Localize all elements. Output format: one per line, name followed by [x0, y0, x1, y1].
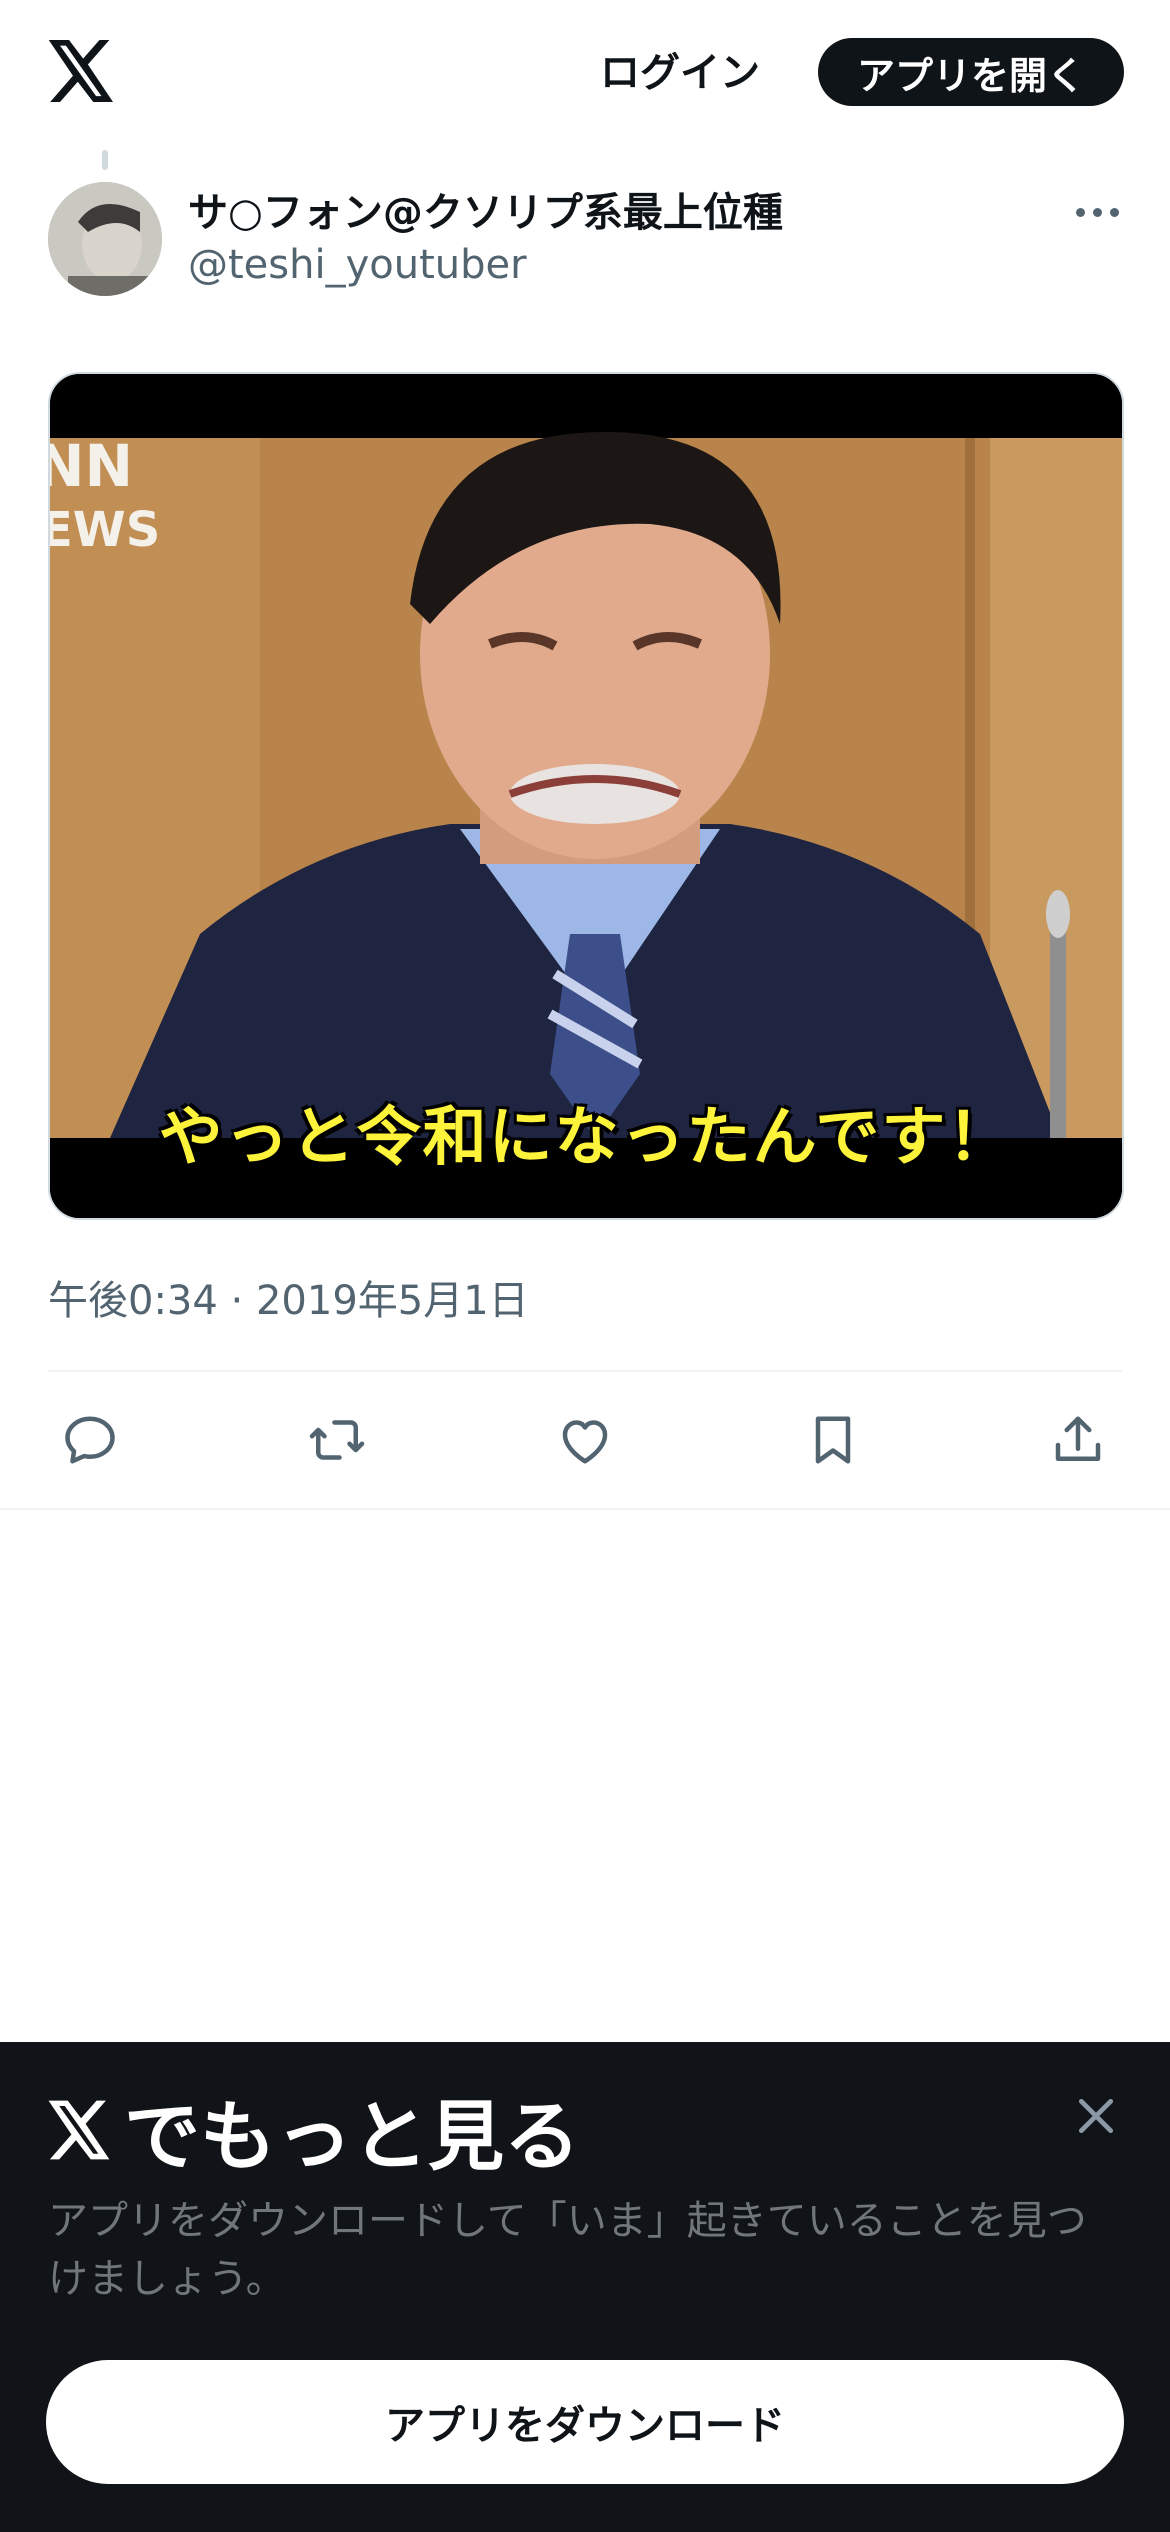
bookmark-icon[interactable] [793, 1400, 873, 1480]
tweet-media[interactable]: NN EWS やっと令和になったんです！ [48, 372, 1124, 1220]
sheet-title: でもっと見る [48, 2080, 580, 2181]
display-name[interactable]: サ○フォン@クソリプ系最上位種 [188, 180, 783, 238]
overlay-logo: NN [50, 432, 133, 500]
close-icon[interactable] [1074, 2094, 1118, 2138]
download-app-button[interactable]: アプリをダウンロード [46, 2360, 1124, 2484]
open-app-button[interactable]: アプリを開く [818, 38, 1124, 106]
action-bar [0, 1400, 1170, 1480]
divider [48, 1370, 1122, 1372]
media-caption: やっと令和になったんです！ [158, 1101, 1014, 1175]
reply-icon[interactable] [50, 1400, 130, 1480]
avatar[interactable] [48, 182, 162, 296]
like-icon[interactable] [545, 1400, 625, 1480]
thread-connector [102, 150, 108, 170]
top-bar: ログイン アプリを開く [0, 0, 1170, 140]
share-icon[interactable] [1038, 1400, 1118, 1480]
retweet-icon[interactable] [297, 1400, 377, 1480]
svg-text:EWS: EWS [50, 502, 160, 558]
sheet-description: アプリをダウンロードして「いま」起きていることを見つけましょう。 [48, 2198, 1087, 2302]
tweet-timestamp[interactable]: 午後0:34 · 2019年5月1日 [48, 1268, 529, 1326]
x-logo-icon [48, 2100, 110, 2160]
user-handle[interactable]: @teshi_youtuber [188, 242, 527, 288]
x-logo-icon[interactable] [48, 40, 116, 102]
sheet-title-text: でもっと見る [124, 2092, 580, 2181]
login-link[interactable]: ログイン [600, 40, 760, 98]
divider [0, 1508, 1170, 1510]
more-dots-icon[interactable] [1070, 200, 1124, 224]
